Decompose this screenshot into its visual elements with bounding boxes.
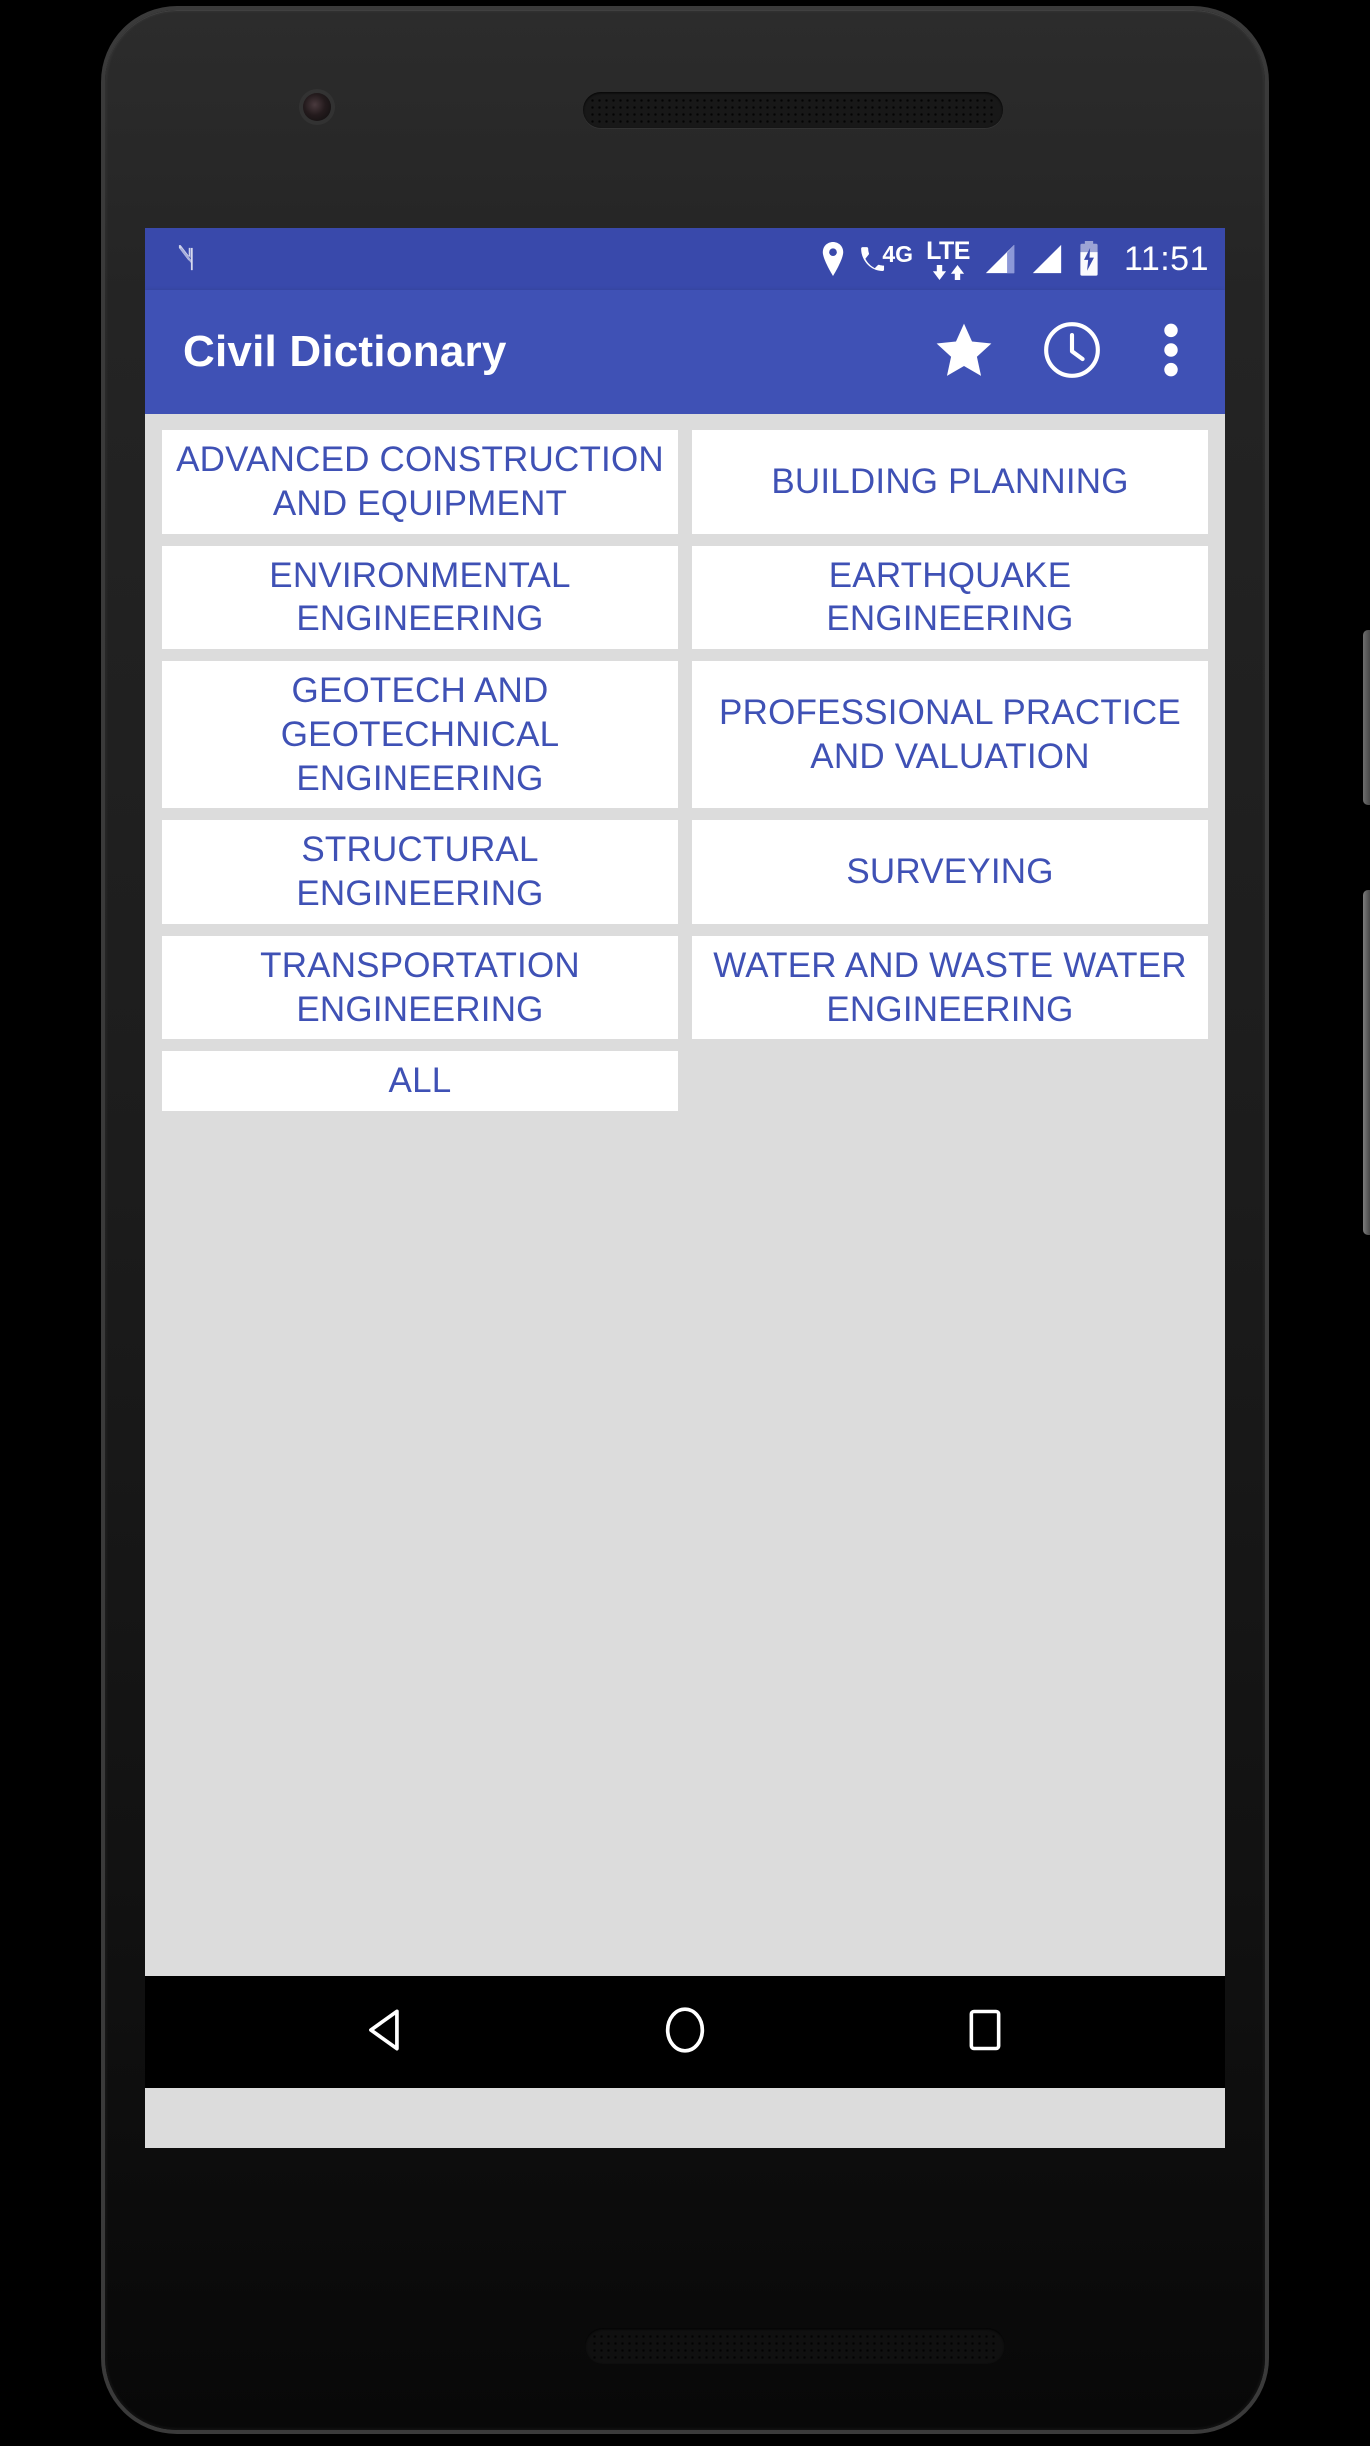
category-tile-label: ALL — [388, 1061, 452, 1101]
category-tile-label: GEOTECH AND GEOTECHNICAL ENGINEERING — [280, 671, 560, 798]
category-tile-water-and-waste-water-engineering[interactable]: WATER AND WASTE WATER ENGINEERING — [692, 935, 1208, 1040]
category-tile-structural-engineering[interactable]: STRUCTURAL ENGINEERING — [162, 820, 678, 924]
volume-rocker-button[interactable] — [1363, 890, 1370, 1235]
favorites-button[interactable] — [933, 319, 995, 386]
category-tile-label: TRANSPORTATION ENGINEERING — [260, 945, 580, 1029]
navigation-bar — [145, 1976, 1225, 2088]
more-vert-icon — [1162, 319, 1180, 386]
back-triangle-icon — [359, 2004, 411, 2061]
category-tile-earthquake-engineering[interactable]: EARTHQUAKE ENGINEERING — [692, 545, 1208, 649]
overflow-menu-button[interactable] — [1149, 319, 1193, 386]
signal-bars-sim2-icon — [1030, 243, 1064, 275]
history-button[interactable] — [1041, 319, 1103, 386]
grid-cell: ADVANCED CONSTRUCTION AND EQUIPMENT — [155, 424, 685, 540]
grid-cell: BUILDING PLANNING — [685, 424, 1215, 540]
grid-cell: ALL — [155, 1045, 685, 1117]
grid-cell: TRANSPORTATION ENGINEERING — [155, 930, 685, 1046]
category-tile-environmental-engineering[interactable]: ENVIRONMENTAL ENGINEERING — [162, 545, 678, 649]
app-bar: Civil Dictionary — [145, 290, 1225, 414]
front-camera-icon — [303, 93, 331, 121]
category-tile-label: ENVIRONMENTAL ENGINEERING — [269, 555, 571, 639]
phone-screen: 4G LTE 11:51 Civil Dictionary ADVANCED C… — [145, 228, 1225, 2148]
category-tile-label: BUILDING PLANNING — [771, 461, 1129, 501]
category-tile-all[interactable]: ALL — [162, 1051, 678, 1111]
nav-back-button[interactable] — [325, 1976, 445, 2088]
category-tile-label: SURVEYING — [846, 852, 1054, 892]
status-bar-right: 4G LTE 11:51 — [819, 236, 1209, 280]
battery-charging-icon — [1077, 241, 1101, 277]
grid-cell-empty — [685, 1045, 1215, 1117]
location-icon — [819, 242, 847, 276]
earpiece-speaker-grille — [583, 92, 1003, 128]
grid-cell: SURVEYING — [685, 814, 1215, 930]
category-tile-surveying[interactable]: SURVEYING — [692, 820, 1208, 924]
category-tile-advanced-construction-and-equipment[interactable]: ADVANCED CONSTRUCTION AND EQUIPMENT — [162, 430, 678, 534]
data-label-4g: 4G — [882, 240, 914, 267]
recents-square-icon — [964, 2004, 1006, 2061]
status-bar: 4G LTE 11:51 — [145, 228, 1225, 290]
category-tile-label: STRUCTURAL ENGINEERING — [296, 830, 544, 913]
grid-cell: WATER AND WASTE WATER ENGINEERING — [685, 930, 1215, 1046]
mobile-data-4g-icon: 4G — [860, 240, 914, 276]
nav-recents-button[interactable] — [925, 1976, 1045, 2088]
category-tile-label: EARTHQUAKE ENGINEERING — [826, 555, 1074, 639]
grid-cell: EARTHQUAKE ENGINEERING — [685, 540, 1215, 656]
category-tile-building-planning[interactable]: BUILDING PLANNING — [692, 430, 1208, 534]
category-tile-geotech-and-geotechnical-engineering[interactable]: GEOTECH AND GEOTECHNICAL ENGINEERING — [162, 661, 678, 809]
status-bar-clock: 11:51 — [1123, 239, 1209, 278]
category-tile-transportation-engineering[interactable]: TRANSPORTATION ENGINEERING — [162, 935, 678, 1040]
grid-cell: PROFESSIONAL PRACTICE AND VALUATION — [685, 655, 1215, 814]
category-tile-label: ADVANCED CONSTRUCTION AND EQUIPMENT — [176, 440, 664, 523]
category-tile-label: PROFESSIONAL PRACTICE AND VALUATION — [719, 692, 1181, 776]
star-icon — [933, 319, 995, 386]
category-tile-professional-practice-and-valuation[interactable]: PROFESSIONAL PRACTICE AND VALUATION — [692, 661, 1208, 809]
status-bar-left — [171, 240, 209, 278]
grid-cell: STRUCTURAL ENGINEERING — [155, 814, 685, 930]
home-circle-icon — [661, 2004, 709, 2061]
signal-bars-sim1-icon — [983, 243, 1017, 275]
bottom-speaker-grille — [585, 2328, 1005, 2364]
clock-icon — [1041, 319, 1103, 386]
power-button[interactable] — [1363, 630, 1370, 805]
app-title: Civil Dictionary — [183, 327, 507, 376]
lte-data-transfer-icon: LTE — [926, 236, 970, 280]
data-label-lte: LTE — [926, 236, 970, 265]
grid-cell: GEOTECH AND GEOTECHNICAL ENGINEERING — [155, 655, 685, 814]
nfc-n-logo-icon — [171, 240, 209, 278]
category-tile-label: WATER AND WASTE WATER ENGINEERING — [713, 945, 1187, 1029]
category-grid: ADVANCED CONSTRUCTION AND EQUIPMENT BUIL… — [145, 414, 1225, 1976]
app-bar-actions — [933, 319, 1199, 386]
nav-home-button[interactable] — [625, 1976, 745, 2088]
grid-cell: ENVIRONMENTAL ENGINEERING — [155, 540, 685, 656]
